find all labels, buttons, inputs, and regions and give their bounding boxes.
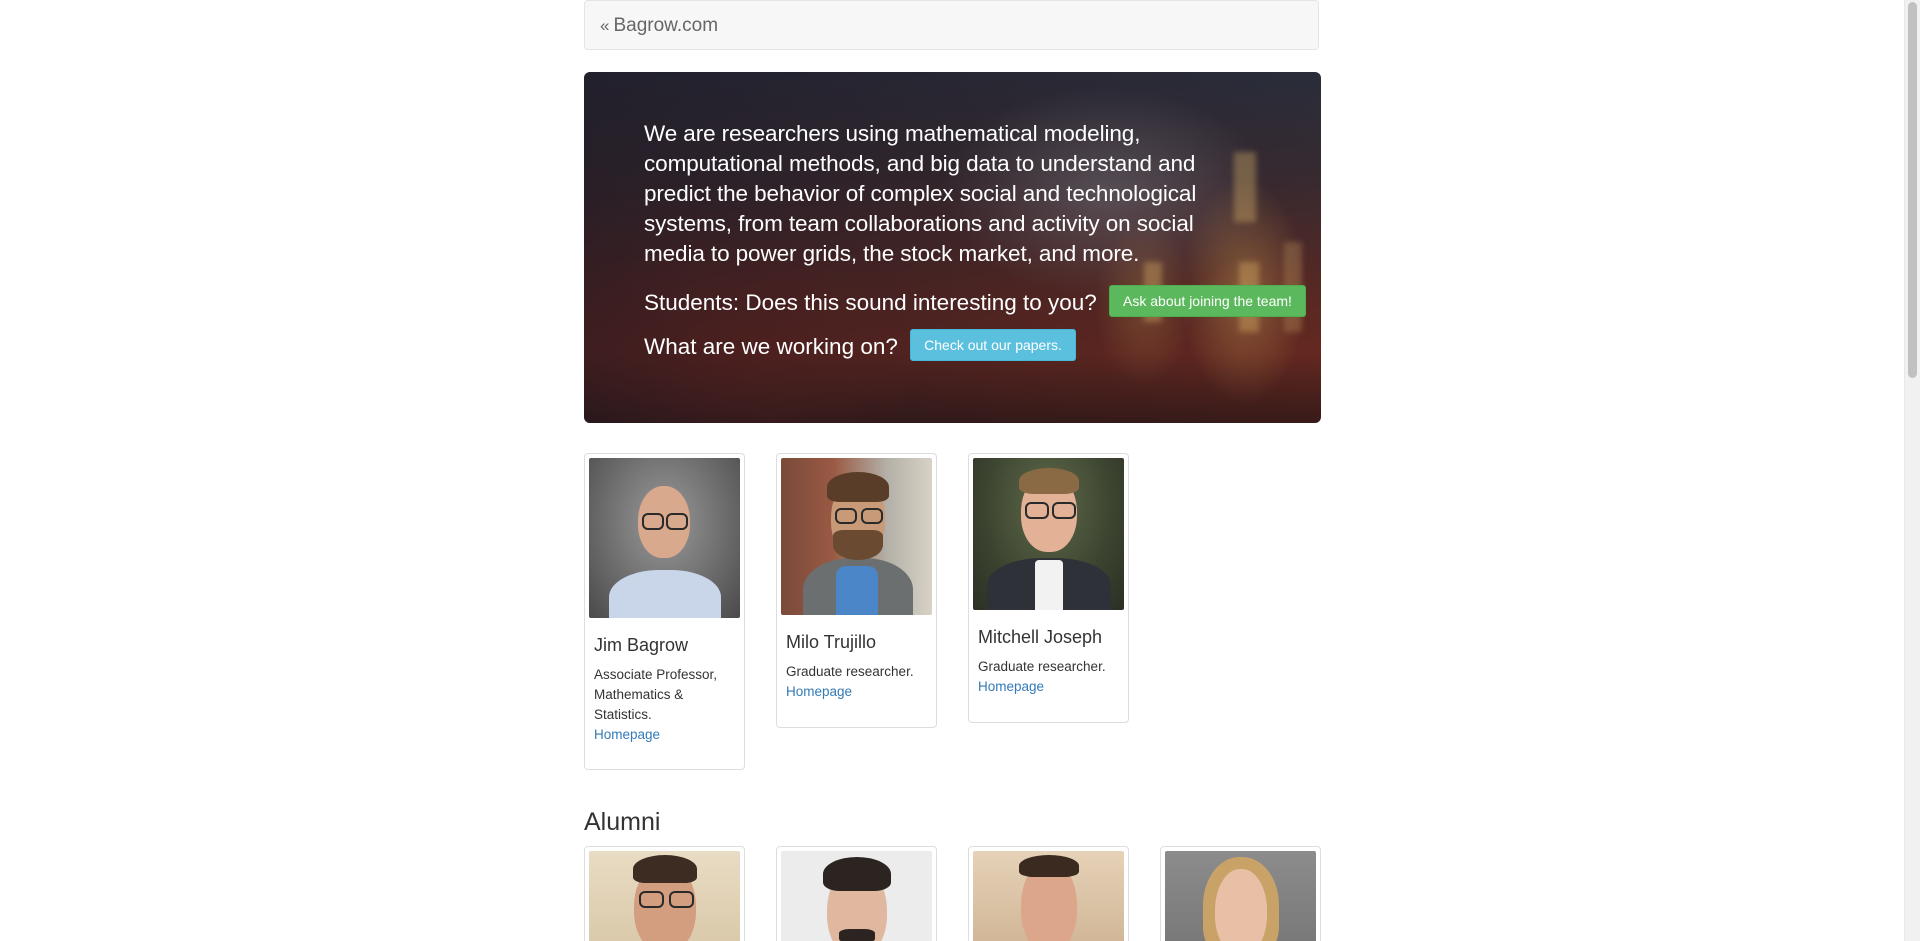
double-chevron-left-icon: « bbox=[600, 16, 610, 35]
glasses-icon bbox=[666, 513, 688, 530]
avatar-hair bbox=[633, 855, 697, 883]
card-caption: Mitchell Joseph Graduate researcher. Hom… bbox=[973, 610, 1124, 705]
glasses-icon bbox=[642, 513, 664, 530]
member-name: Mitchell Joseph bbox=[978, 627, 1103, 647]
member-role: Graduate researcher. bbox=[786, 664, 914, 679]
avatar bbox=[1165, 851, 1316, 941]
hero-banner: We are researchers using mathematical mo… bbox=[584, 72, 1321, 423]
team-card: Milo Trujillo Graduate researcher. Homep… bbox=[776, 453, 937, 728]
team-card: Jim Bagrow Associate Professor, Mathemat… bbox=[584, 453, 745, 770]
back-link-label: Bagrow.com bbox=[613, 15, 719, 36]
avatar-shirt bbox=[1035, 560, 1063, 610]
page: «Bagrow.com We are researchers using mat… bbox=[0, 0, 1920, 941]
homepage-link[interactable]: Homepage bbox=[978, 677, 1044, 697]
glasses-icon bbox=[669, 891, 694, 908]
back-link[interactable]: «Bagrow.com bbox=[600, 15, 718, 37]
glasses-icon bbox=[1052, 502, 1076, 519]
avatar bbox=[973, 458, 1124, 610]
papers-row: What are we working on? Check out our pa… bbox=[644, 329, 1076, 363]
work-question: What are we working on? bbox=[644, 334, 898, 359]
avatar-shirt bbox=[836, 566, 878, 615]
avatar bbox=[781, 458, 932, 615]
avatar-beard bbox=[833, 530, 883, 560]
avatar bbox=[589, 851, 740, 941]
avatar-hair bbox=[1019, 468, 1079, 494]
avatar bbox=[781, 851, 932, 941]
avatar bbox=[973, 851, 1124, 941]
team-card: Mitchell Joseph Graduate researcher. Hom… bbox=[968, 453, 1129, 723]
papers-button[interactable]: Check out our papers. bbox=[910, 329, 1076, 361]
alumni-card bbox=[968, 846, 1129, 941]
avatar-hair bbox=[1019, 855, 1079, 877]
students-question: Students: Does this sound interesting to… bbox=[644, 290, 1097, 315]
homepage-link[interactable]: Homepage bbox=[786, 682, 852, 702]
hero-intro: We are researchers using mathematical mo… bbox=[644, 121, 1197, 266]
students-row: Students: Does this sound interesting to… bbox=[644, 285, 1306, 319]
avatar-hair bbox=[827, 472, 889, 502]
avatar-beard bbox=[839, 929, 875, 941]
avatar bbox=[589, 458, 740, 618]
homepage-link[interactable]: Homepage bbox=[594, 725, 660, 745]
member-role: Graduate researcher. bbox=[978, 659, 1106, 674]
glasses-icon bbox=[835, 508, 857, 524]
alumni-card bbox=[1160, 846, 1321, 941]
card-caption: Milo Trujillo Graduate researcher. Homep… bbox=[781, 615, 932, 710]
avatar-face bbox=[1215, 869, 1267, 941]
scrollbar-thumb[interactable] bbox=[1908, 2, 1917, 378]
glasses-icon bbox=[1025, 502, 1049, 519]
glasses-icon bbox=[639, 891, 664, 908]
breadcrumb: «Bagrow.com bbox=[584, 0, 1319, 50]
glasses-icon bbox=[861, 508, 883, 524]
member-name: Milo Trujillo bbox=[786, 632, 877, 652]
avatar-shirt bbox=[609, 570, 721, 618]
avatar-hair bbox=[823, 857, 891, 891]
member-name: Jim Bagrow bbox=[594, 635, 689, 655]
card-caption: Jim Bagrow Associate Professor, Mathemat… bbox=[589, 618, 740, 753]
join-team-button[interactable]: Ask about joining the team! bbox=[1109, 285, 1306, 317]
page-scrollbar[interactable] bbox=[1904, 0, 1920, 941]
alumni-card bbox=[776, 846, 937, 941]
alumni-heading: Alumni bbox=[584, 808, 661, 836]
member-role: Associate Professor, Mathematics & Stati… bbox=[594, 667, 718, 722]
alumni-card bbox=[584, 846, 745, 941]
